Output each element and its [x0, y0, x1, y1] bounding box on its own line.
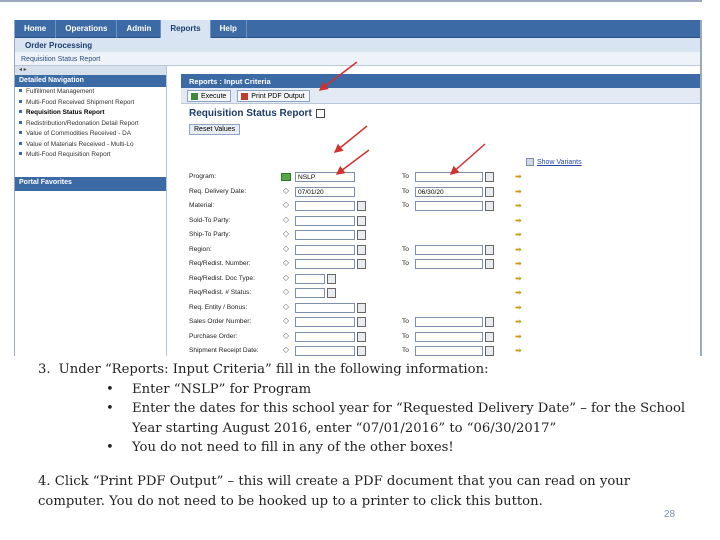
bullet-dates: Enter the dates for this school year for… [106, 399, 698, 438]
arrow-to-program [333, 125, 368, 153]
slide-frame-top [0, 0, 702, 2]
bullet-program: Enter “NSLP” for Program [106, 380, 698, 400]
step-3: 3. Under “Reports: Input Criteria” fill … [38, 362, 489, 377]
screenshot: Home Operations Admin Reports Help Order Pro… [14, 20, 700, 356]
page-number: 28 [664, 509, 676, 520]
arrow-to-from-date [335, 149, 370, 175]
step-3-bullets: Enter “NSLP” for Program Enter the dates… [38, 380, 698, 458]
annotation-arrows [318, 61, 486, 175]
arrow-to-print-pdf [318, 61, 358, 91]
slide-frame-right [700, 20, 702, 356]
step-4: 4. Click “Print PDF Output” – this will … [38, 473, 631, 509]
bullet-other-boxes: You do not need to fill in any of the ot… [106, 438, 698, 458]
instructions: 3. Under “Reports: Input Criteria” fill … [38, 360, 698, 511]
arrow-to-to-date [449, 143, 486, 175]
